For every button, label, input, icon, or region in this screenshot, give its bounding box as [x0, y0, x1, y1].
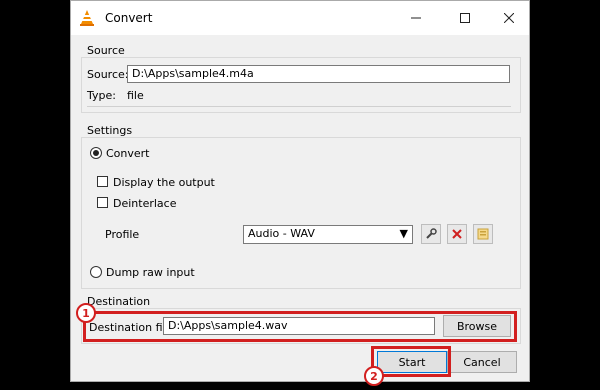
minimize-button[interactable] [396, 3, 436, 33]
display-output-checkbox[interactable] [97, 176, 108, 187]
profile-label: Profile [105, 228, 140, 241]
cancel-button[interactable]: Cancel [447, 351, 517, 373]
window-title: Convert [105, 11, 153, 25]
deinterlace-checkbox[interactable] [97, 197, 108, 208]
vlc-cone-icon [80, 10, 94, 26]
dump-raw-label: Dump raw input [106, 266, 195, 279]
step-1-badge: 1 [76, 303, 96, 323]
convert-dialog: Convert Source Source: D:\Apps\sample4.m… [70, 0, 530, 386]
profile-select-value: Audio - WAV [248, 227, 315, 240]
source-field[interactable]: D:\Apps\sample4.m4a [127, 65, 510, 83]
delete-profile-button[interactable] [447, 224, 467, 244]
new-profile-icon [477, 228, 489, 240]
type-label: Type: [87, 89, 116, 102]
maximize-icon [460, 13, 470, 23]
source-divider [87, 106, 511, 107]
minimize-icon [411, 17, 421, 19]
title-bar: Convert [71, 1, 529, 35]
close-icon [504, 13, 514, 23]
chevron-down-icon: ▼ [399, 227, 408, 240]
source-group-label: Source [87, 44, 125, 57]
delete-x-icon [452, 229, 462, 239]
edit-profile-button[interactable] [421, 224, 441, 244]
close-button[interactable] [489, 3, 529, 33]
source-label: Source: [87, 68, 129, 81]
settings-group-label: Settings [87, 124, 133, 137]
profile-select[interactable]: Audio - WAV ▼ [243, 225, 413, 244]
destination-group-label: Destination [87, 295, 151, 308]
step-2-badge: 2 [364, 366, 384, 386]
display-output-label: Display the output [113, 176, 215, 189]
convert-radio[interactable] [90, 147, 102, 159]
new-profile-button[interactable] [473, 224, 493, 244]
maximize-button[interactable] [445, 3, 485, 33]
convert-radio-label: Convert [106, 147, 150, 160]
destination-highlight [83, 311, 517, 342]
deinterlace-label: Deinterlace [113, 197, 177, 210]
wrench-icon [426, 228, 437, 239]
type-value: file [127, 89, 144, 102]
dump-raw-radio[interactable] [90, 266, 102, 278]
